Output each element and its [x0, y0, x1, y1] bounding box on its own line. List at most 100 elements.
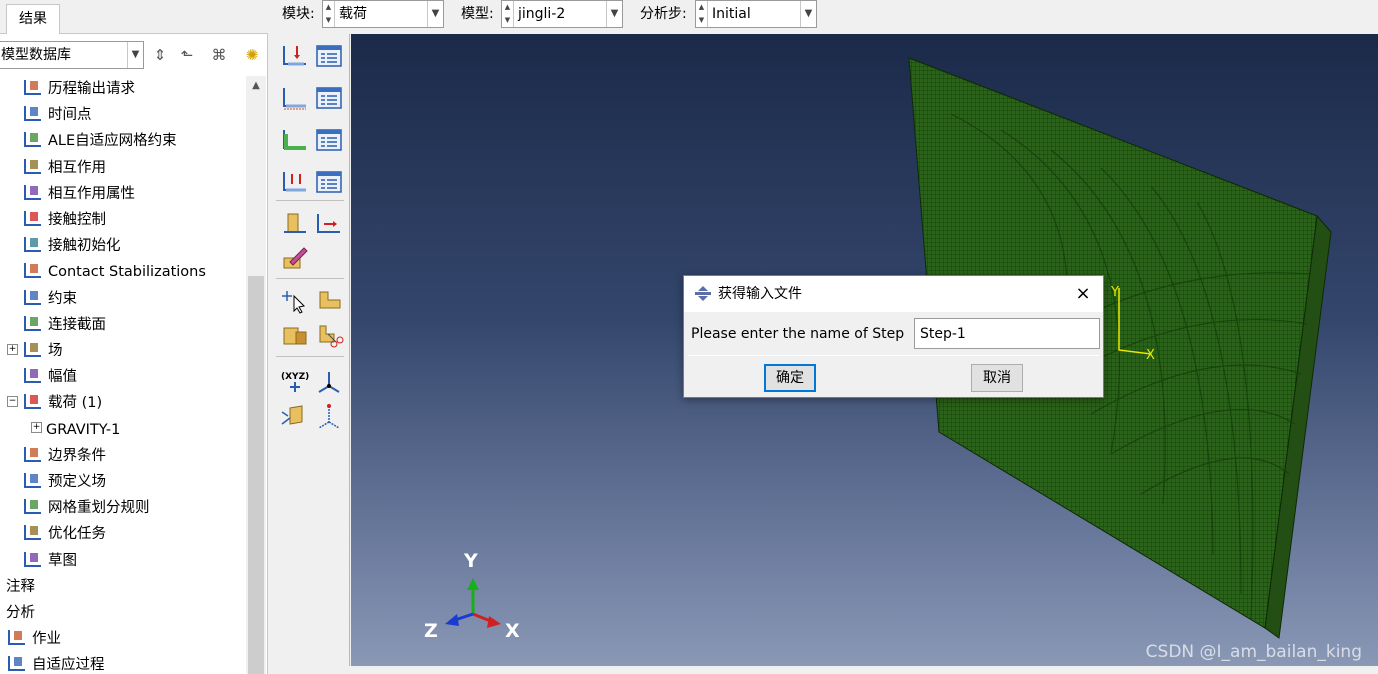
tree-item[interactable]: 相互作用: [22, 155, 106, 181]
folder-up-icon[interactable]: ⬑: [175, 44, 199, 66]
job-icon: [8, 630, 25, 646]
step-combo[interactable]: ▲ ▼ Initial ▼: [695, 0, 817, 28]
ok-button[interactable]: 确定: [764, 364, 816, 392]
tree-item-label: 载荷 (1): [48, 395, 103, 412]
tree-item[interactable]: 幅值: [22, 364, 77, 390]
tree-item[interactable]: 自适应过程: [6, 652, 105, 674]
contact-control-icon: [24, 211, 41, 226]
database-select[interactable]: 模型数据库 ▼: [0, 41, 144, 69]
cut-tool-icon[interactable]: [314, 322, 344, 350]
palette-divider: [276, 200, 344, 201]
collapse-icon[interactable]: −: [7, 395, 18, 407]
tree-item[interactable]: Contact Stabilizations: [22, 259, 206, 285]
step-name-input[interactable]: [914, 318, 1100, 349]
create-load-case-icon[interactable]: [280, 168, 310, 196]
field-manager-icon[interactable]: [314, 126, 344, 154]
tree-item-label: 场: [48, 343, 63, 359]
watermark: CSDN @I_am_bailan_king: [1145, 642, 1362, 662]
contact-stabilization-icon: [24, 263, 41, 279]
load-case-manager-icon[interactable]: [314, 168, 344, 196]
tree-item[interactable]: 分析: [6, 600, 35, 626]
create-datum-point-icon[interactable]: (XYZ): [280, 368, 310, 396]
load-icon: [24, 394, 41, 410]
create-datum-axis-icon[interactable]: [314, 402, 344, 430]
database-select-value: 模型数据库: [1, 47, 71, 63]
tree-item[interactable]: 预定义场: [22, 469, 106, 495]
select-tool-icon[interactable]: [280, 288, 310, 316]
chevron-down-icon[interactable]: ▼: [606, 1, 622, 27]
scroll-up-icon[interactable]: ▲: [248, 78, 264, 94]
tree-item[interactable]: 注释: [6, 574, 35, 600]
tree-item[interactable]: 边界条件: [22, 443, 106, 469]
tree-item[interactable]: − 载荷 (1): [7, 390, 102, 416]
triad-y-label: Y: [463, 550, 478, 572]
remesh-rule-icon: [24, 499, 41, 515]
tree-filter-icon[interactable]: ⌘: [207, 44, 231, 66]
tree-item-label: 约束: [48, 290, 77, 307]
horizontal-scrollbar[interactable]: [268, 666, 1378, 674]
spinner-icon[interactable]: ▲ ▼: [323, 1, 335, 27]
bc-manager-icon[interactable]: [314, 84, 344, 112]
create-datum-plane-icon[interactable]: [280, 402, 310, 430]
tree-item[interactable]: 连接截面: [22, 312, 106, 338]
edit-pencil-icon[interactable]: [280, 244, 310, 272]
special-tools-icon[interactable]: [280, 210, 310, 238]
tree-scrollbar[interactable]: ▲: [246, 76, 266, 674]
lightbulb-icon[interactable]: ✺: [240, 44, 264, 66]
boundary-condition-icon: [24, 446, 41, 462]
create-bc-icon[interactable]: [280, 84, 310, 112]
chevron-down-icon[interactable]: ▼: [800, 1, 816, 27]
tree-item[interactable]: 相互作用属性: [22, 181, 135, 207]
tree-item-label: 接触初始化: [48, 238, 121, 255]
close-icon[interactable]: ×: [1071, 282, 1095, 306]
tree-item[interactable]: 优化任务: [22, 521, 106, 547]
chevron-down-icon[interactable]: ▼: [427, 1, 443, 27]
tree-item[interactable]: 接触初始化: [22, 233, 121, 259]
chevron-down-icon[interactable]: ▼: [127, 42, 143, 68]
create-predefined-field-icon[interactable]: [280, 126, 310, 154]
create-load-icon[interactable]: [280, 42, 310, 70]
spinner-icon[interactable]: ▲ ▼: [696, 1, 708, 27]
model-combo[interactable]: ▲ ▼ jingli-2 ▼: [501, 0, 623, 28]
tree-item-label: 自适应过程: [32, 657, 105, 674]
tree-item[interactable]: + GRAVITY-1: [31, 417, 120, 443]
create-datum-csys-icon[interactable]: [314, 368, 344, 396]
module-combo[interactable]: ▲ ▼ 载荷 ▼: [322, 0, 444, 28]
tab-results[interactable]: 结果: [6, 4, 60, 34]
tab-bar: 结果: [0, 0, 268, 34]
tree-item-label: GRAVITY-1: [46, 421, 121, 438]
dialog-divider: [688, 355, 1099, 356]
tree-item-label: 时间点: [48, 107, 92, 124]
cancel-button[interactable]: 取消: [971, 364, 1023, 392]
tree-item[interactable]: 时间点: [22, 102, 92, 128]
amplitude-icon: [24, 368, 41, 384]
model-tree-panel: 结果 模型数据库 ▼ ⇕ ⬑ ⌘ ✺ 历程输出请求 时间点 ALE自适应网格约束 相互…: [0, 0, 268, 674]
expand-icon[interactable]: +: [31, 422, 42, 434]
tree-item-label: 相互作用属性: [48, 185, 135, 202]
tree-item[interactable]: 约束: [22, 286, 77, 312]
tree-item-label: 草图: [48, 552, 77, 569]
scrollbar-thumb[interactable]: [248, 276, 264, 674]
partition-tool-icon[interactable]: [314, 288, 344, 316]
sort-updown-icon[interactable]: ⇕: [148, 44, 172, 66]
model-tree: 历程输出请求时间点 ALE自适应网格约束 相互作用相互作用属性接触控制接触初始化 Co…: [0, 76, 246, 674]
expand-icon[interactable]: +: [7, 343, 18, 355]
tree-item[interactable]: ALE自适应网格约束: [22, 128, 177, 154]
model-label: 模型:: [461, 6, 494, 22]
tree-item[interactable]: 作业: [6, 626, 61, 652]
view-triad: [445, 578, 501, 628]
connector-tools-icon[interactable]: [314, 210, 344, 238]
contact-init-icon: [24, 237, 41, 253]
tree-item[interactable]: 历程输出请求: [22, 76, 135, 102]
datum-tool-icon[interactable]: [280, 322, 310, 350]
tree-item-label: 幅值: [48, 369, 77, 386]
model-value: jingli-2: [518, 6, 566, 22]
tree-item[interactable]: + 场: [7, 338, 63, 364]
spinner-icon[interactable]: ▲ ▼: [502, 1, 514, 27]
load-manager-icon[interactable]: [314, 42, 344, 70]
tree-item-label: 边界条件: [48, 447, 106, 464]
tree-item[interactable]: 网格重划分规则: [22, 495, 150, 521]
tree-item[interactable]: 草图: [22, 548, 77, 574]
tree-item[interactable]: 接触控制: [22, 207, 106, 233]
dialog-titlebar[interactable]: 获得输入文件 ×: [684, 276, 1103, 312]
